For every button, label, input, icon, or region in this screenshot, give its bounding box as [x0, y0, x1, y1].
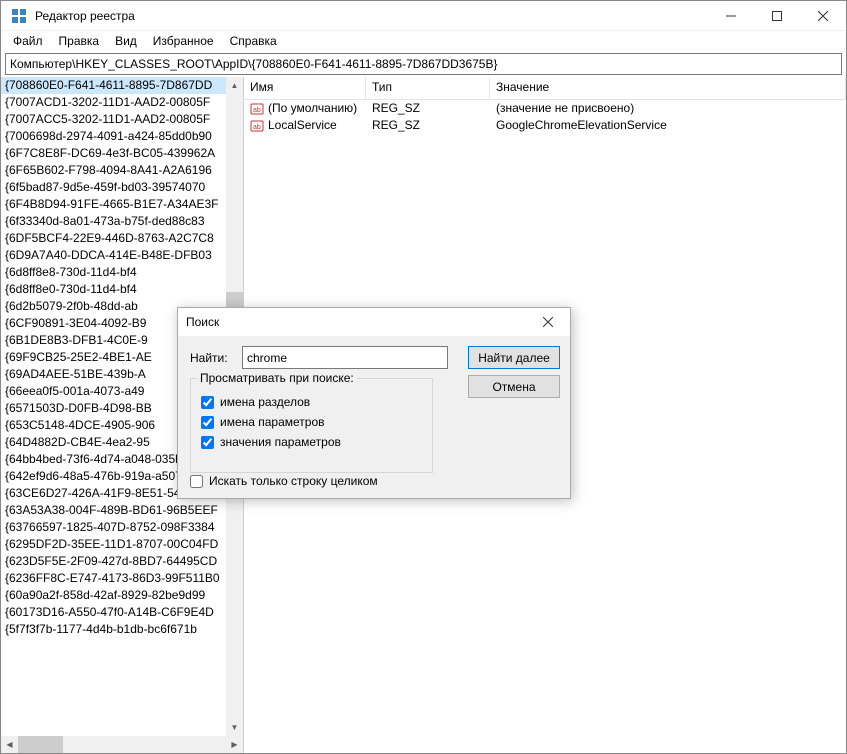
- close-button[interactable]: [800, 1, 846, 31]
- cell-type: REG_SZ: [366, 117, 490, 134]
- cancel-button[interactable]: Отмена: [468, 375, 560, 398]
- menu-view[interactable]: Вид: [107, 33, 145, 49]
- window-buttons: [708, 1, 846, 31]
- app-icon: [11, 8, 27, 24]
- list-row[interactable]: ab(По умолчанию)REG_SZ(значение не присв…: [244, 100, 846, 117]
- tree-row[interactable]: {6d8ff8e8-730d-11d4-bf4: [1, 264, 243, 281]
- find-dialog[interactable]: Поиск Найти: Найти далее Отмена Просматр…: [177, 307, 571, 499]
- svg-text:ab: ab: [253, 107, 261, 114]
- tree-row[interactable]: {623D5F5E-2F09-427d-8BD7-64495CD: [1, 553, 243, 570]
- tree-row[interactable]: {7006698d-2974-4091-a424-85dd0b90: [1, 128, 243, 145]
- titlebar[interactable]: Редактор реестра: [1, 1, 846, 31]
- tree-row[interactable]: {5f7f3f7b-1177-4d4b-b1db-bc6f671b: [1, 621, 243, 638]
- whole-word-label: Искать только строку целиком: [209, 474, 378, 488]
- opt-data[interactable]: значения параметров: [201, 433, 422, 451]
- opt-values-label: имена параметров: [220, 415, 325, 429]
- whole-word-checkbox[interactable]: [190, 475, 203, 488]
- string-value-icon: ab: [250, 119, 264, 133]
- scroll-up-arrow[interactable]: ▲: [226, 77, 243, 94]
- window-title: Редактор реестра: [35, 9, 708, 23]
- opt-values[interactable]: имена параметров: [201, 413, 422, 431]
- tree-row[interactable]: {6d8ff8e0-730d-11d4-bf4: [1, 281, 243, 298]
- list-row[interactable]: abLocalServiceREG_SZGoogleChromeElevatio…: [244, 117, 846, 134]
- menu-edit[interactable]: Правка: [51, 33, 108, 49]
- scroll-down-arrow[interactable]: ▼: [226, 719, 243, 736]
- find-dialog-title: Поиск: [186, 315, 525, 329]
- minimize-button[interactable]: [708, 1, 754, 31]
- tree-row[interactable]: {63766597-1825-407D-8752-098F3384: [1, 519, 243, 536]
- cell-name: ab(По умолчанию): [244, 100, 366, 117]
- col-type[interactable]: Тип: [366, 77, 490, 99]
- svg-text:ab: ab: [253, 124, 261, 131]
- tree-row[interactable]: {6295DF2D-35EE-11D1-8707-00C04FD: [1, 536, 243, 553]
- opt-data-label: значения параметров: [220, 435, 341, 449]
- find-dialog-body: Найти: Найти далее Отмена Просматривать …: [178, 336, 570, 498]
- look-at-group: Просматривать при поиске: имена разделов…: [190, 378, 433, 473]
- list-header: Имя Тип Значение: [244, 77, 846, 100]
- tree-row[interactable]: {7007ACC5-3202-11D1-AAD2-00805F: [1, 111, 243, 128]
- look-at-legend: Просматривать при поиске:: [197, 371, 357, 385]
- menu-help[interactable]: Справка: [222, 33, 285, 49]
- tree-row[interactable]: {6F4B8D94-91FE-4665-B1E7-A34AE3F: [1, 196, 243, 213]
- col-value[interactable]: Значение: [490, 77, 846, 99]
- cell-value: GoogleChromeElevationService: [490, 117, 846, 134]
- tree-row[interactable]: {6f33340d-8a01-473a-b75f-ded88c83: [1, 213, 243, 230]
- tree-row[interactable]: {63A53A38-004F-489B-BD61-96B5EEF: [1, 502, 243, 519]
- hscroll-thumb[interactable]: [18, 736, 63, 753]
- tree-row[interactable]: {6f5bad87-9d5e-459f-bd03-39574070: [1, 179, 243, 196]
- find-input[interactable]: [242, 346, 448, 369]
- tree-hscroll[interactable]: ◀ ▶: [1, 736, 243, 753]
- find-dialog-titlebar[interactable]: Поиск: [178, 308, 570, 336]
- tree-row[interactable]: {708860E0-F641-4611-8895-7D867DD: [1, 77, 243, 94]
- find-dialog-close[interactable]: [525, 308, 570, 336]
- opt-keys-checkbox[interactable]: [201, 396, 214, 409]
- menu-file[interactable]: Файл: [5, 33, 51, 49]
- hscroll-track[interactable]: [18, 736, 226, 753]
- opt-keys-label: имена разделов: [220, 395, 310, 409]
- whole-word[interactable]: Искать только строку целиком: [190, 474, 378, 488]
- opt-keys[interactable]: имена разделов: [201, 393, 422, 411]
- menubar: Файл Правка Вид Избранное Справка: [1, 31, 846, 51]
- dialog-buttons: Найти далее Отмена: [468, 346, 560, 404]
- scroll-left-arrow[interactable]: ◀: [1, 740, 18, 749]
- opt-values-checkbox[interactable]: [201, 416, 214, 429]
- menu-favorites[interactable]: Избранное: [145, 33, 222, 49]
- find-next-button[interactable]: Найти далее: [468, 346, 560, 369]
- col-name[interactable]: Имя: [244, 77, 366, 99]
- tree-row[interactable]: {60a90a2f-858d-42af-8929-82be9d99: [1, 587, 243, 604]
- find-label: Найти:: [190, 351, 234, 365]
- tree-row[interactable]: {6F7C8E8F-DC69-4e3f-BC05-439962A: [1, 145, 243, 162]
- tree-row[interactable]: {60173D16-A550-47f0-A14B-C6F9E4D: [1, 604, 243, 621]
- tree-row[interactable]: {6D9A7A40-DDCA-414E-B48E-DFB03: [1, 247, 243, 264]
- tree-row[interactable]: {6F65B602-F798-4094-8A41-A2A6196: [1, 162, 243, 179]
- string-value-icon: ab: [250, 102, 264, 116]
- opt-data-checkbox[interactable]: [201, 436, 214, 449]
- tree-row[interactable]: {7007ACD1-3202-11D1-AAD2-00805F: [1, 94, 243, 111]
- cell-type: REG_SZ: [366, 100, 490, 117]
- address-bar[interactable]: Компьютер\HKEY_CLASSES_ROOT\AppID\{70886…: [5, 53, 842, 75]
- tree-row[interactable]: {6DF5BCF4-22E9-446D-8763-A2C7C8: [1, 230, 243, 247]
- cell-name: abLocalService: [244, 117, 366, 134]
- scroll-right-arrow[interactable]: ▶: [226, 740, 243, 749]
- cell-value: (значение не присвоено): [490, 100, 846, 117]
- tree-row[interactable]: {6236FF8C-E747-4173-86D3-99F511B0: [1, 570, 243, 587]
- maximize-button[interactable]: [754, 1, 800, 31]
